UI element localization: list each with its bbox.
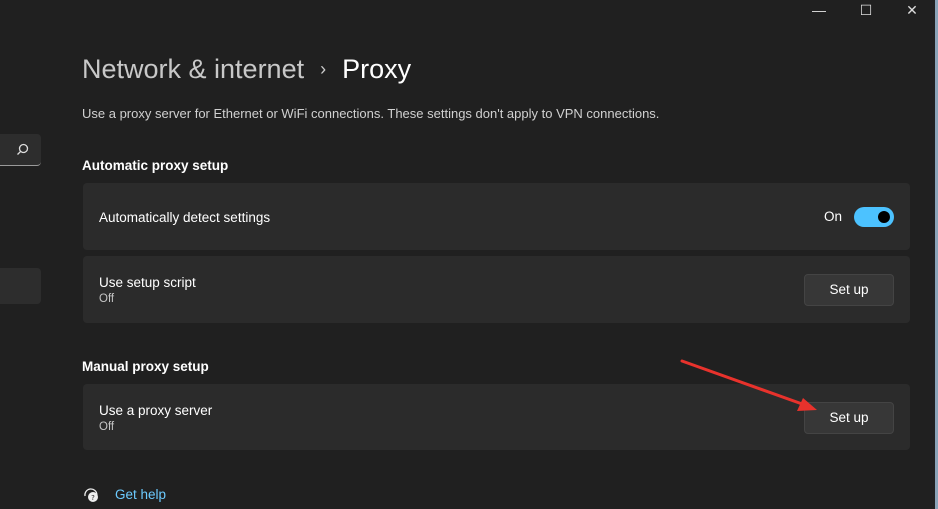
- get-help-link[interactable]: Get help: [115, 487, 166, 502]
- svg-text:?: ?: [91, 494, 95, 502]
- help-icon: ?: [84, 488, 98, 502]
- annotation-arrow-icon: [680, 359, 817, 411]
